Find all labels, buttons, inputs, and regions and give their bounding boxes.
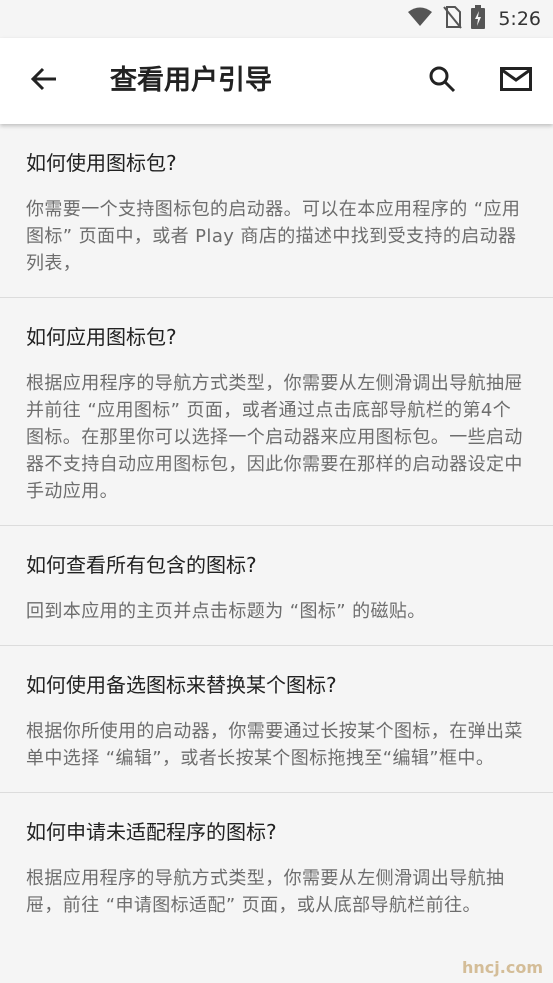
- app-bar: 查看用户引导: [0, 38, 553, 124]
- faq-answer: 回到本应用的主页并点击标题为 “图标” 的磁贴。: [26, 601, 426, 622]
- faq-answer: 根据应用程序的导航方式类型，你需要从左侧滑调出导航抽屉，前往 “申请图标适配” …: [26, 868, 505, 916]
- no-sim-icon: [442, 5, 463, 33]
- faq-item: 如何使用备选图标来替换某个图标? 根据你所使用的启动器，你需要通过长按某个图标，…: [0, 646, 553, 793]
- battery-charging-icon: [471, 5, 486, 33]
- back-button[interactable]: [22, 59, 66, 103]
- watermark-logo: hncj.com: [462, 958, 543, 977]
- faq-answer: 根据应用程序的导航方式类型，你需要从左侧滑调出导航抽屉并前往 “应用图标” 页面…: [26, 373, 523, 502]
- faq-item: 如何查看所有包含的图标? 回到本应用的主页并点击标题为 “图标” 的磁贴。: [0, 526, 553, 646]
- faq-question: 如何使用备选图标来替换某个图标?: [26, 673, 337, 697]
- faq-question: 如何查看所有包含的图标?: [26, 553, 257, 577]
- faq-list: 如何使用图标包? 你需要一个支持图标包的启动器。可以在本应用程序的 “应用图标”…: [0, 124, 553, 939]
- faq-item: 如何应用图标包? 根据应用程序的导航方式类型，你需要从左侧滑调出导航抽屉并前往 …: [0, 298, 553, 526]
- wifi-icon: [407, 7, 433, 31]
- status-time: 5:26: [498, 8, 541, 30]
- faq-question: 如何应用图标包?: [26, 325, 177, 349]
- faq-item: 如何使用图标包? 你需要一个支持图标包的启动器。可以在本应用程序的 “应用图标”…: [0, 124, 553, 298]
- faq-answer: 你需要一个支持图标包的启动器。可以在本应用程序的 “应用图标” 页面中，或者 P…: [26, 199, 521, 274]
- watermark-text: hncj.com: [462, 958, 543, 977]
- search-button[interactable]: [420, 59, 464, 103]
- faq-question: 如何申请未适配程序的图标?: [26, 820, 277, 844]
- mail-button[interactable]: [494, 59, 538, 103]
- search-icon: [428, 65, 456, 97]
- status-bar: 5:26: [0, 0, 553, 38]
- arrow-back-icon: [30, 67, 58, 95]
- status-icons: 5:26: [407, 5, 541, 33]
- faq-question: 如何使用图标包?: [26, 151, 177, 175]
- faq-answer: 根据你所使用的启动器，你需要通过长按某个图标，在弹出菜单中选择 “编辑”，或者长…: [26, 721, 523, 769]
- mail-icon: [500, 67, 532, 95]
- page-title: 查看用户引导: [110, 65, 272, 96]
- faq-item: 如何申请未适配程序的图标? 根据应用程序的导航方式类型，你需要从左侧滑调出导航抽…: [0, 793, 553, 939]
